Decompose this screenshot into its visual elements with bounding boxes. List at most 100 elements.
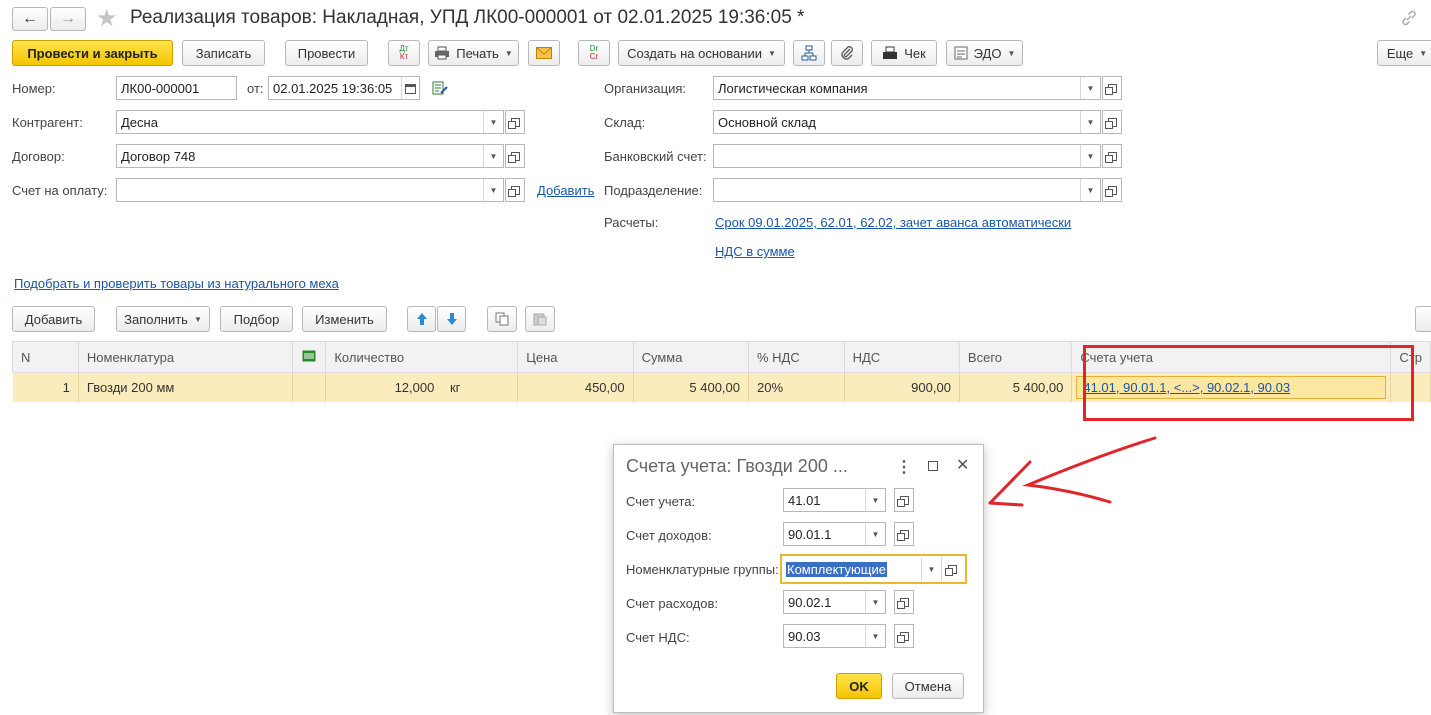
number-field[interactable]: ЛК00-000001 (116, 76, 237, 100)
change-button[interactable]: Изменить (302, 306, 387, 332)
move-down-button[interactable] (437, 306, 466, 332)
back-button[interactable]: ← (12, 7, 48, 31)
edo-button[interactable]: ЭДО ▼ (946, 40, 1023, 66)
counterparty-open-button[interactable] (505, 110, 525, 134)
income-account-field[interactable]: 90.01.1 ▼ (783, 522, 886, 546)
check-button[interactable]: Чек (871, 40, 937, 66)
expense-account-open-button[interactable] (894, 590, 914, 614)
add-row-button[interactable]: Добавить (12, 306, 95, 332)
chevron-down-icon: ▼ (504, 48, 513, 58)
column-header-vat-rate[interactable]: % НДС (748, 341, 845, 373)
chevron-down-icon[interactable]: ▼ (483, 145, 503, 167)
cell-vat-rate[interactable]: 20% (748, 372, 845, 402)
cancel-button[interactable]: Отмена (892, 673, 964, 699)
create-based-on-button[interactable]: Создать на основании ▼ (618, 40, 785, 66)
dialog-title: Счета учета: Гвозди 200 ... (626, 456, 848, 476)
more-button[interactable]: Еще ▼ (1377, 40, 1431, 66)
cell-n[interactable]: 1 (12, 372, 79, 402)
maximize-icon[interactable] (928, 461, 938, 471)
division-open-button[interactable] (1102, 178, 1122, 202)
chevron-down-icon[interactable]: ▼ (483, 111, 503, 133)
cell-vat[interactable]: 900,00 (844, 372, 960, 402)
chevron-down-icon[interactable]: ▼ (921, 558, 941, 580)
selection-button[interactable]: Подбор (220, 306, 293, 332)
dt-kt-postings-button[interactable]: Дт Кт (388, 40, 420, 66)
cell-price[interactable]: 450,00 (517, 372, 634, 402)
number-value: ЛК00-000001 (121, 80, 200, 96)
column-header-n[interactable]: N (12, 341, 79, 373)
cell-sum[interactable]: 5 400,00 (633, 372, 750, 402)
expense-account-field[interactable]: 90.02.1 ▼ (783, 590, 886, 614)
column-header-quantity[interactable]: Количество (325, 341, 519, 373)
ok-button[interactable]: OK (836, 673, 882, 699)
contract-label: Договор: (12, 149, 65, 164)
cell-marking[interactable] (292, 372, 327, 402)
counterparty-field[interactable]: Десна ▼ (116, 110, 504, 134)
print-button[interactable]: Печать ▼ (428, 40, 519, 66)
close-icon[interactable]: ✕ (956, 455, 969, 475)
vat-account-field[interactable]: 90.03 ▼ (783, 624, 886, 648)
item-groups-open-button[interactable] (941, 557, 963, 581)
chevron-down-icon[interactable]: ▼ (865, 523, 885, 545)
settlements-link[interactable]: Срок 09.01.2025, 62.01, 62.02, зачет ава… (715, 215, 1071, 230)
counterparty-label: Контрагент: (12, 115, 83, 130)
division-field[interactable]: ▼ (713, 178, 1101, 202)
edit-document-icon[interactable] (432, 80, 448, 99)
fur-goods-link[interactable]: Подобрать и проверить товары из натураль… (14, 276, 339, 291)
post-and-close-button[interactable]: Провести и закрыть (12, 40, 173, 66)
chevron-down-icon[interactable]: ▼ (483, 179, 503, 201)
save-button[interactable]: Записать (182, 40, 265, 66)
cell-item[interactable]: Гвозди 200 мм (78, 372, 293, 402)
cell-total[interactable]: 5 400,00 (959, 372, 1073, 402)
column-header-vat[interactable]: НДС (843, 341, 960, 373)
cell-quantity[interactable]: 12,000 кг (325, 372, 519, 402)
dr-cr-button[interactable]: Dr Cr (578, 40, 610, 66)
warehouse-field[interactable]: Основной склад ▼ (713, 110, 1101, 134)
column-header-marking[interactable] (291, 341, 327, 373)
attach-button[interactable] (831, 40, 863, 66)
fill-button[interactable]: Заполнить ▼ (116, 306, 210, 332)
chevron-down-icon[interactable]: ▼ (1080, 145, 1100, 167)
warehouse-open-button[interactable] (1102, 110, 1122, 134)
chevron-down-icon[interactable]: ▼ (1080, 77, 1100, 99)
copy-row-button[interactable] (487, 306, 517, 332)
organization-field[interactable]: Логистическая компания ▼ (713, 76, 1101, 100)
forward-button[interactable]: → (50, 7, 86, 31)
chevron-down-icon[interactable]: ▼ (865, 489, 885, 511)
structure-button[interactable] (793, 40, 825, 66)
chevron-down-icon[interactable]: ▼ (1080, 179, 1100, 201)
contract-field[interactable]: Договор 748 ▼ (116, 144, 504, 168)
vat-account-open-button[interactable] (894, 624, 914, 648)
favorite-star-icon[interactable]: ★ (96, 4, 118, 33)
bank-account-open-button[interactable] (1102, 144, 1122, 168)
paste-row-button[interactable] (525, 306, 555, 332)
vat-in-sum-link[interactable]: НДС в сумме (715, 244, 795, 259)
column-header-price[interactable]: Цена (517, 341, 634, 373)
chevron-down-icon[interactable]: ▼ (1080, 111, 1100, 133)
column-header-total[interactable]: Всего (958, 341, 1073, 373)
account-open-button[interactable] (894, 488, 914, 512)
chevron-down-icon[interactable]: ▼ (865, 591, 885, 613)
bank-account-field[interactable]: ▼ (713, 144, 1101, 168)
calendar-icon[interactable] (401, 77, 419, 99)
organization-open-button[interactable] (1102, 76, 1122, 100)
contract-open-button[interactable] (505, 144, 525, 168)
post-button[interactable]: Провести (285, 40, 368, 66)
email-button[interactable] (528, 40, 560, 66)
more-vert-icon[interactable]: ⋮ (896, 457, 912, 477)
copy-icon (495, 312, 509, 326)
invoice-field[interactable]: ▼ (116, 178, 504, 202)
table-more-button[interactable] (1415, 306, 1431, 332)
invoice-open-button[interactable] (505, 178, 525, 202)
column-header-item[interactable]: Номенклатура (77, 341, 293, 373)
column-header-sum[interactable]: Сумма (632, 341, 750, 373)
chevron-down-icon[interactable]: ▼ (865, 625, 885, 647)
item-groups-field[interactable]: Комплектующие ▼ (780, 554, 967, 584)
add-invoice-link[interactable]: Добавить (537, 183, 594, 198)
income-account-open-button[interactable] (894, 522, 914, 546)
open-icon (507, 185, 520, 197)
link-icon[interactable] (1400, 9, 1418, 30)
move-up-button[interactable] (407, 306, 436, 332)
date-field[interactable]: 02.01.2025 19:36:05 (268, 76, 420, 100)
account-field[interactable]: 41.01 ▼ (783, 488, 886, 512)
